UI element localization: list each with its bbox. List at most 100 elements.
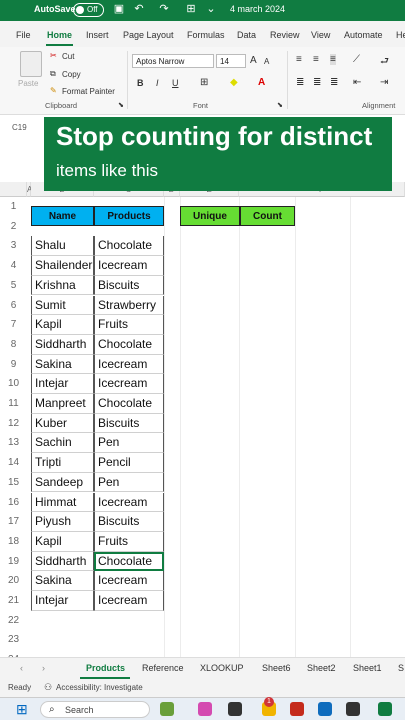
cut-button[interactable]: Cut <box>62 52 74 61</box>
cell-name[interactable]: Siddharth <box>31 551 94 572</box>
tab-help[interactable]: Help <box>396 30 405 40</box>
cut-icon[interactable]: ✂ <box>50 51 57 60</box>
italic-button[interactable]: I <box>156 78 159 88</box>
align-center-icon[interactable]: ≣ <box>313 77 321 88</box>
cell-product[interactable]: Fruits <box>94 315 164 335</box>
tab-page-layout[interactable]: Page Layout <box>123 30 174 40</box>
align-right-icon[interactable]: ≣ <box>330 77 338 88</box>
sheet-tab-sheet1[interactable]: Sheet1 <box>353 663 382 673</box>
cell-product[interactable]: Icecream <box>94 354 164 375</box>
align-bottom-icon[interactable]: ≡ <box>330 54 336 65</box>
row-header[interactable]: 5 <box>0 275 27 296</box>
cell-name[interactable]: Sakina <box>31 354 94 375</box>
row-header[interactable]: 22 <box>0 610 27 631</box>
align-middle-icon[interactable]: ≡ <box>313 54 319 65</box>
cell-name[interactable]: Manpreet <box>31 394 94 414</box>
cell-product[interactable]: Icecream <box>94 492 164 513</box>
cell-name[interactable]: Kuber <box>31 413 94 434</box>
copy-icon[interactable]: ⧉ <box>50 69 56 79</box>
accessibility-status[interactable]: Accessibility: Investigate <box>56 683 143 692</box>
row-header[interactable]: 9 <box>0 354 27 375</box>
copy-button[interactable]: Copy <box>62 70 81 79</box>
cell-name[interactable]: Sandeep <box>31 472 94 493</box>
cell-product[interactable]: Icecream <box>94 256 164 276</box>
row-header[interactable]: 8 <box>0 334 27 355</box>
tab-automate[interactable]: Automate <box>344 30 383 40</box>
autosave-toggle[interactable]: Off <box>73 3 104 17</box>
orientation-icon[interactable]: ⟋ <box>353 54 360 65</box>
row-header[interactable]: 4 <box>0 256 27 276</box>
cell-product[interactable]: Strawberry <box>94 295 164 316</box>
wrap-text-icon[interactable]: ⮐ <box>380 54 389 71</box>
tab-formulas[interactable]: Formulas <box>187 30 225 40</box>
cell-name[interactable]: Krishna <box>31 275 94 296</box>
row-header[interactable]: 16 <box>0 492 27 513</box>
header-name[interactable]: Name <box>31 206 94 226</box>
sheet-tab-xlookup[interactable]: XLOOKUP <box>200 663 244 673</box>
cell-product[interactable]: Chocolate <box>94 394 164 414</box>
name-box[interactable]: C19 <box>0 118 44 138</box>
row-header[interactable]: 15 <box>0 472 27 493</box>
cell-name[interactable]: Shalu <box>31 236 94 257</box>
row-header[interactable]: 17 <box>0 512 27 532</box>
font-name-select[interactable]: Aptos Narrow <box>132 54 214 68</box>
row-header[interactable]: 23 <box>0 630 27 651</box>
cell-name[interactable]: Shailender <box>31 256 94 276</box>
save-icon[interactable]: ▣ <box>113 3 125 15</box>
sheet-tab-sheet2[interactable]: Sheet2 <box>307 663 336 673</box>
next-sheet-icon[interactable]: › <box>42 663 45 673</box>
windows-start-icon[interactable]: ⊞ <box>16 701 28 718</box>
cell-product[interactable]: Pencil <box>94 453 164 473</box>
row-header[interactable]: 3 <box>0 236 27 257</box>
task-view-icon[interactable] <box>228 702 242 716</box>
cell-name[interactable]: Kapil <box>31 531 94 552</box>
cell-product[interactable]: Biscuits <box>94 413 164 434</box>
cell-product-selected[interactable]: Chocolate <box>94 551 164 572</box>
cell-name[interactable]: Himmat <box>31 492 94 513</box>
bold-button[interactable]: B <box>137 78 144 88</box>
file-explorer-icon[interactable]: 1 <box>262 697 276 716</box>
prev-sheet-icon[interactable]: ‹ <box>20 663 23 673</box>
header-products[interactable]: Products <box>94 206 164 226</box>
cell-name[interactable]: Kapil <box>31 315 94 335</box>
align-top-icon[interactable]: ≡ <box>296 54 302 65</box>
redo-icon[interactable]: ↷ <box>158 3 170 15</box>
cell-product[interactable]: Chocolate <box>94 236 164 257</box>
taskbar-search-box[interactable]: ⌕ Search <box>40 701 150 718</box>
tab-data[interactable]: Data <box>237 30 256 40</box>
tab-insert[interactable]: Insert <box>86 30 109 40</box>
row-header[interactable]: 24 <box>0 650 27 657</box>
cell-name[interactable]: Sachin <box>31 433 94 454</box>
clipboard-launcher-icon[interactable]: ⬊ <box>118 101 124 109</box>
font-color-icon[interactable]: A <box>258 77 265 88</box>
shrink-font-icon[interactable]: A <box>264 57 269 66</box>
row-header[interactable]: 20 <box>0 571 27 591</box>
borders-icon[interactable]: ⊞ <box>200 77 208 88</box>
format-painter-icon[interactable]: ✎ <box>50 86 57 95</box>
grow-font-icon[interactable]: A <box>250 55 257 66</box>
merge-icon[interactable]: ⇥ <box>380 77 388 88</box>
undo-icon[interactable]: ↶ <box>133 3 145 15</box>
cell-name[interactable]: Sumit <box>31 295 94 316</box>
quick-access-icon[interactable]: ⊞ <box>185 3 197 15</box>
cell-product[interactable]: Biscuits <box>94 275 164 296</box>
format-painter-button[interactable]: Format Painter <box>62 87 115 96</box>
cell-name[interactable]: Intejar <box>31 591 94 611</box>
cell-product[interactable]: Chocolate <box>94 334 164 355</box>
row-header[interactable]: 10 <box>0 374 27 394</box>
file-name[interactable]: 4 march 2024 <box>230 4 285 14</box>
customize-icon[interactable]: ⌄ <box>205 3 217 15</box>
row-header[interactable]: 12 <box>0 413 27 434</box>
cell-product[interactable]: Pen <box>94 472 164 493</box>
header-count[interactable]: Count <box>240 206 295 226</box>
row-header[interactable]: 18 <box>0 531 27 552</box>
row-header[interactable]: 1 <box>0 197 27 217</box>
cell-name[interactable]: Intejar <box>31 374 94 394</box>
tab-file[interactable]: File <box>16 30 31 40</box>
row-header[interactable]: 2 <box>0 216 27 237</box>
fill-color-icon[interactable]: ◆ <box>230 77 238 88</box>
sheet-tab-more[interactable]: S <box>398 663 404 673</box>
cell-product[interactable]: Icecream <box>94 571 164 591</box>
tab-view[interactable]: View <box>311 30 330 40</box>
cell-product[interactable]: Pen <box>94 433 164 454</box>
